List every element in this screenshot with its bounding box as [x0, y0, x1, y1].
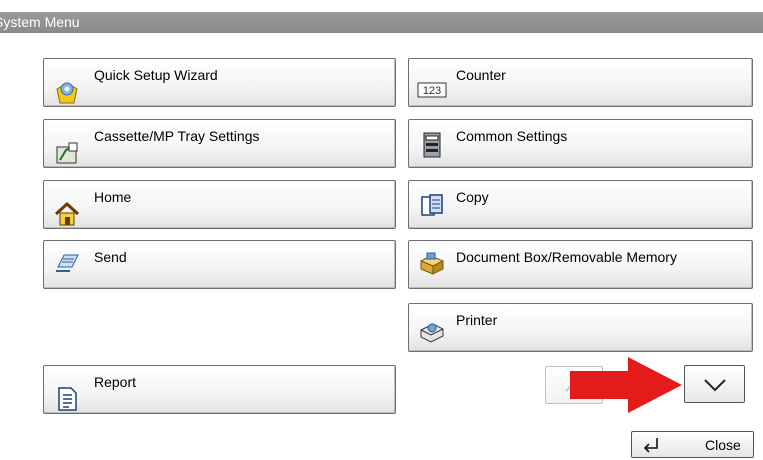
document-box-removable-memory-label: Document Box/Removable Memory — [456, 249, 677, 265]
counter-icon: 123 — [417, 82, 447, 98]
cassette-mp-tray-settings-label: Cassette/MP Tray Settings — [94, 128, 260, 144]
quick-setup-wizard-label: Quick Setup Wizard — [94, 67, 218, 83]
return-icon — [643, 438, 658, 453]
report-icon — [58, 387, 77, 411]
document-box-icon — [419, 252, 445, 275]
counter-button[interactable]: 123 Counter — [408, 58, 753, 107]
copy-label: Copy — [456, 189, 489, 205]
printer-button[interactable]: Printer — [408, 303, 753, 352]
report-label: Report — [94, 374, 137, 390]
printer-icon — [420, 323, 444, 343]
report-button[interactable]: Report — [43, 365, 396, 414]
send-icon — [56, 254, 79, 272]
red-arrow-annotation — [570, 357, 682, 413]
common-settings-label: Common Settings — [456, 128, 568, 144]
common-settings-icon — [423, 132, 441, 158]
home-button[interactable]: Home — [43, 180, 396, 229]
document-box-removable-memory-button[interactable]: Document Box/Removable Memory — [408, 240, 753, 289]
send-button[interactable]: Send — [43, 240, 396, 289]
printer-label: Printer — [456, 312, 498, 328]
setup-wizard-icon — [56, 82, 78, 104]
cassette-mp-tray-settings-button[interactable]: Cassette/MP Tray Settings — [43, 119, 396, 168]
common-settings-button[interactable]: Common Settings — [408, 119, 753, 168]
quick-setup-wizard-button[interactable]: Quick Setup Wizard — [43, 58, 396, 107]
copy-icon — [421, 194, 443, 216]
close-label: Close — [705, 437, 741, 453]
counter-label: Counter — [456, 67, 506, 83]
send-label: Send — [94, 249, 127, 265]
counter-icon-text: 123 — [423, 85, 441, 97]
copy-button[interactable]: Copy — [408, 180, 753, 229]
home-icon — [54, 201, 80, 226]
page-down-button[interactable] — [684, 365, 745, 403]
title-bar: System Menu — [0, 12, 763, 33]
home-label: Home — [94, 189, 132, 205]
close-button[interactable]: Close — [631, 431, 754, 458]
chevron-down-icon — [704, 379, 726, 392]
tray-settings-icon — [56, 142, 78, 164]
window-title: System Menu — [0, 14, 80, 30]
